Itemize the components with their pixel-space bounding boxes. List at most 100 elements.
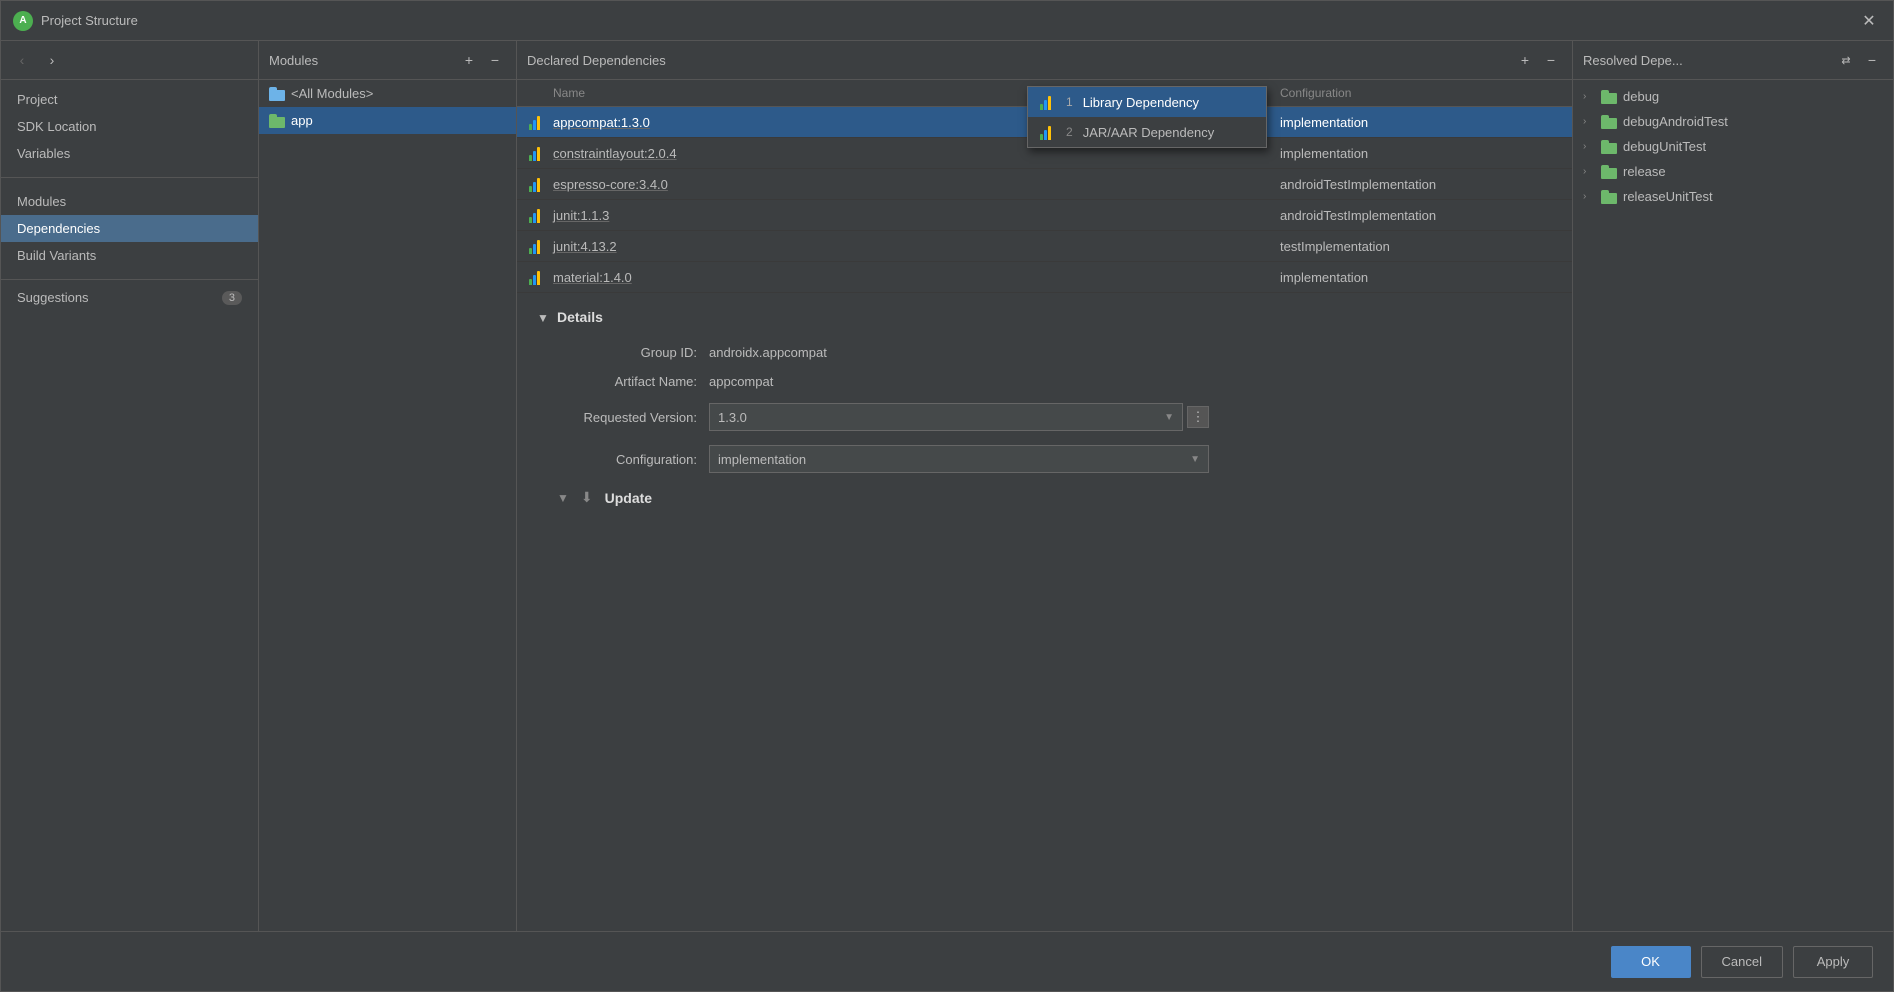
dep-config-junit4: testImplementation [1280,239,1560,254]
version-value: 1.3.0 [718,410,747,425]
form-row-version: Requested Version: 1.3.0 ▼ ⋮ [557,403,1552,431]
resolved-item-debug[interactable]: › debug [1573,84,1893,109]
configuration-label: Configuration: [557,452,697,467]
suggestions-badge: 3 [222,291,242,305]
resolved-list: › debug › debugAndroidTest › debu [1573,80,1893,931]
form-row-artifact: Artifact Name: appcompat [557,374,1552,389]
dep-name-junit113: junit:1.1.3 [553,208,1272,223]
bottom-bar: OK Cancel Apply [1,931,1893,991]
cancel-button[interactable]: Cancel [1701,946,1783,978]
form-row-groupid: Group ID: androidx.appcompat [557,345,1552,360]
resolved-chevron-dut: › [1583,141,1595,152]
resolved-chevron-dat: › [1583,116,1595,127]
dep-row-espresso[interactable]: espresso-core:3.4.0 androidTestImplement… [517,169,1572,200]
ok-button[interactable]: OK [1611,946,1691,978]
details-chevron-icon[interactable]: ▼ [537,311,549,323]
config-input-wrapper: implementation ▼ [709,445,1209,473]
update-chevron[interactable]: ▼ [557,491,569,505]
resolved-item-debug-unit-test[interactable]: › debugUnitTest [1573,134,1893,159]
deps-remove-btn[interactable]: − [1540,49,1562,71]
version-dropdown-arrow: ▼ [1164,412,1174,423]
sidebar-item-sdk[interactable]: SDK Location [1,113,258,140]
version-edit-btn[interactable]: ⋮ [1187,406,1209,428]
sidebar-item-dependencies[interactable]: Dependencies [1,215,258,242]
back-arrow[interactable]: ‹ [11,49,33,71]
sidebar-item-build-variants[interactable]: Build Variants [1,242,258,269]
resolved-item-debug-android-test[interactable]: › debugAndroidTest [1573,109,1893,134]
modules-panel-title: Modules [269,53,318,68]
dep-config-junit113: androidTestImplementation [1280,208,1560,223]
library-dep-icon [1040,94,1056,110]
config-dropdown[interactable]: implementation ▼ [709,445,1209,473]
artifact-name-label: Artifact Name: [557,374,697,389]
artifact-name-value: appcompat [709,374,773,389]
forward-arrow[interactable]: › [41,49,63,71]
content-area: ‹ › Project SDK Location Variables Modul… [1,41,1893,931]
details-header: ▼ Details [537,309,1552,325]
config-value: implementation [718,452,806,467]
group-id-value: androidx.appcompat [709,345,827,360]
deps-add-btn[interactable]: + [1514,49,1536,71]
sidebar-divider-2 [1,279,258,280]
dropdown-item2-num: 2 [1066,125,1073,139]
resolved-item-release[interactable]: › release [1573,159,1893,184]
module-item-app-label: app [291,113,313,128]
modules-add-btn[interactable]: + [458,49,480,71]
dep-row-junit4[interactable]: junit:4.13.2 testImplementation [517,231,1572,262]
folder-icon-rut [1601,190,1617,204]
deps-panel-title: Declared Dependencies [527,53,666,68]
dep-name-junit4: junit:4.13.2 [553,239,1272,254]
module-item-label: <All Modules> [291,86,373,101]
resolved-name-rut: releaseUnitTest [1623,189,1713,204]
apply-button[interactable]: Apply [1793,946,1873,978]
resolved-toolbar: ⇄ − [1835,49,1883,71]
modules-toolbar: + − [458,49,506,71]
resolved-panel: Resolved Depe... ⇄ − › debug [1573,41,1893,931]
details-form: Group ID: androidx.appcompat Artifact Na… [537,345,1552,473]
resolved-name-release: release [1623,164,1666,179]
dep-icon-junit4 [529,238,545,254]
version-input-wrapper: 1.3.0 ▼ ⋮ [709,403,1209,431]
module-item-app[interactable]: app [259,107,516,134]
deps-panel: Declared Dependencies + − [517,41,1573,931]
module-list: <All Modules> app [259,80,516,931]
resolved-minus-btn[interactable]: − [1861,49,1883,71]
dropdown-item2-label: JAR/AAR Dependency [1083,125,1215,140]
resolved-chevron-debug: › [1583,91,1595,102]
resolved-name-dut: debugUnitTest [1623,139,1706,154]
modules-remove-btn[interactable]: − [484,49,506,71]
sidebar-item-variables[interactable]: Variables [1,140,258,167]
resolved-item-release-unit-test[interactable]: › releaseUnitTest [1573,184,1893,209]
dep-row-material[interactable]: material:1.4.0 implementation [517,262,1572,293]
sidebar-item-suggestions[interactable]: Suggestions 3 [1,284,258,311]
dropdown-jar-dep[interactable]: 2 JAR/AAR Dependency [1028,117,1266,147]
add-dependency-dropdown: 1 Library Dependency 2 JAR/AAR [1027,86,1267,148]
resolved-name-debug: debug [1623,89,1659,104]
deps-panel-header: Declared Dependencies + − [517,41,1572,80]
dep-name-material: material:1.4.0 [553,270,1272,285]
folder-icon-dut [1601,140,1617,154]
sidebar-divider-1 [1,177,258,178]
details-title: Details [557,309,603,325]
config-dropdown-arrow: ▼ [1190,454,1200,465]
version-dropdown[interactable]: 1.3.0 ▼ [709,403,1183,431]
form-row-config: Configuration: implementation ▼ [557,445,1552,473]
sidebar: ‹ › Project SDK Location Variables Modul… [1,41,259,931]
update-title: Update [605,490,652,506]
main-content: Modules + − <All Modules> a [259,41,1893,931]
requested-version-label: Requested Version: [557,410,697,425]
dropdown-library-dep[interactable]: 1 Library Dependency [1028,87,1266,117]
dep-config-espresso: androidTestImplementation [1280,177,1560,192]
module-item-all[interactable]: <All Modules> [259,80,516,107]
dep-row-junit113[interactable]: junit:1.1.3 androidTestImplementation [517,200,1572,231]
close-button[interactable]: ✕ [1857,9,1881,33]
group-id-label: Group ID: [557,345,697,360]
resolved-title: Resolved Depe... [1583,53,1683,68]
resolved-expand-btn[interactable]: ⇄ [1835,49,1857,71]
sidebar-item-project[interactable]: Project [1,86,258,113]
dep-config-material: implementation [1280,270,1560,285]
dropdown-item1-label: Library Dependency [1083,95,1199,110]
folder-icon-debug [1601,90,1617,104]
sidebar-item-modules[interactable]: Modules [1,188,258,215]
dep-icon-espresso [529,176,545,192]
